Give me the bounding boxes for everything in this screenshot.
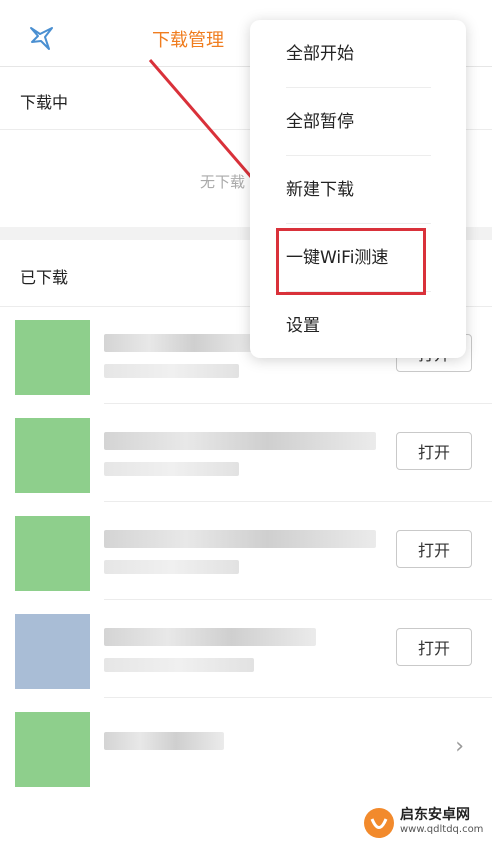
- menu-item-settings[interactable]: 设置: [286, 292, 431, 360]
- menu-item-pause-all[interactable]: 全部暂停: [286, 88, 431, 156]
- watermark-title: 启东安卓网: [400, 807, 470, 823]
- menu-item-start-all[interactable]: 全部开始: [286, 20, 431, 88]
- dropdown-menu: 全部开始 全部暂停 新建下载 一键WiFi测速 设置: [250, 20, 466, 358]
- site-watermark: 启东安卓网 www.qdltdq.com: [360, 800, 492, 845]
- menu-item-new-download[interactable]: 新建下载: [286, 156, 431, 224]
- annotation-highlight-box: [276, 228, 426, 295]
- watermark-url: www.qdltdq.com: [400, 824, 484, 835]
- watermark-logo-icon: [364, 808, 394, 838]
